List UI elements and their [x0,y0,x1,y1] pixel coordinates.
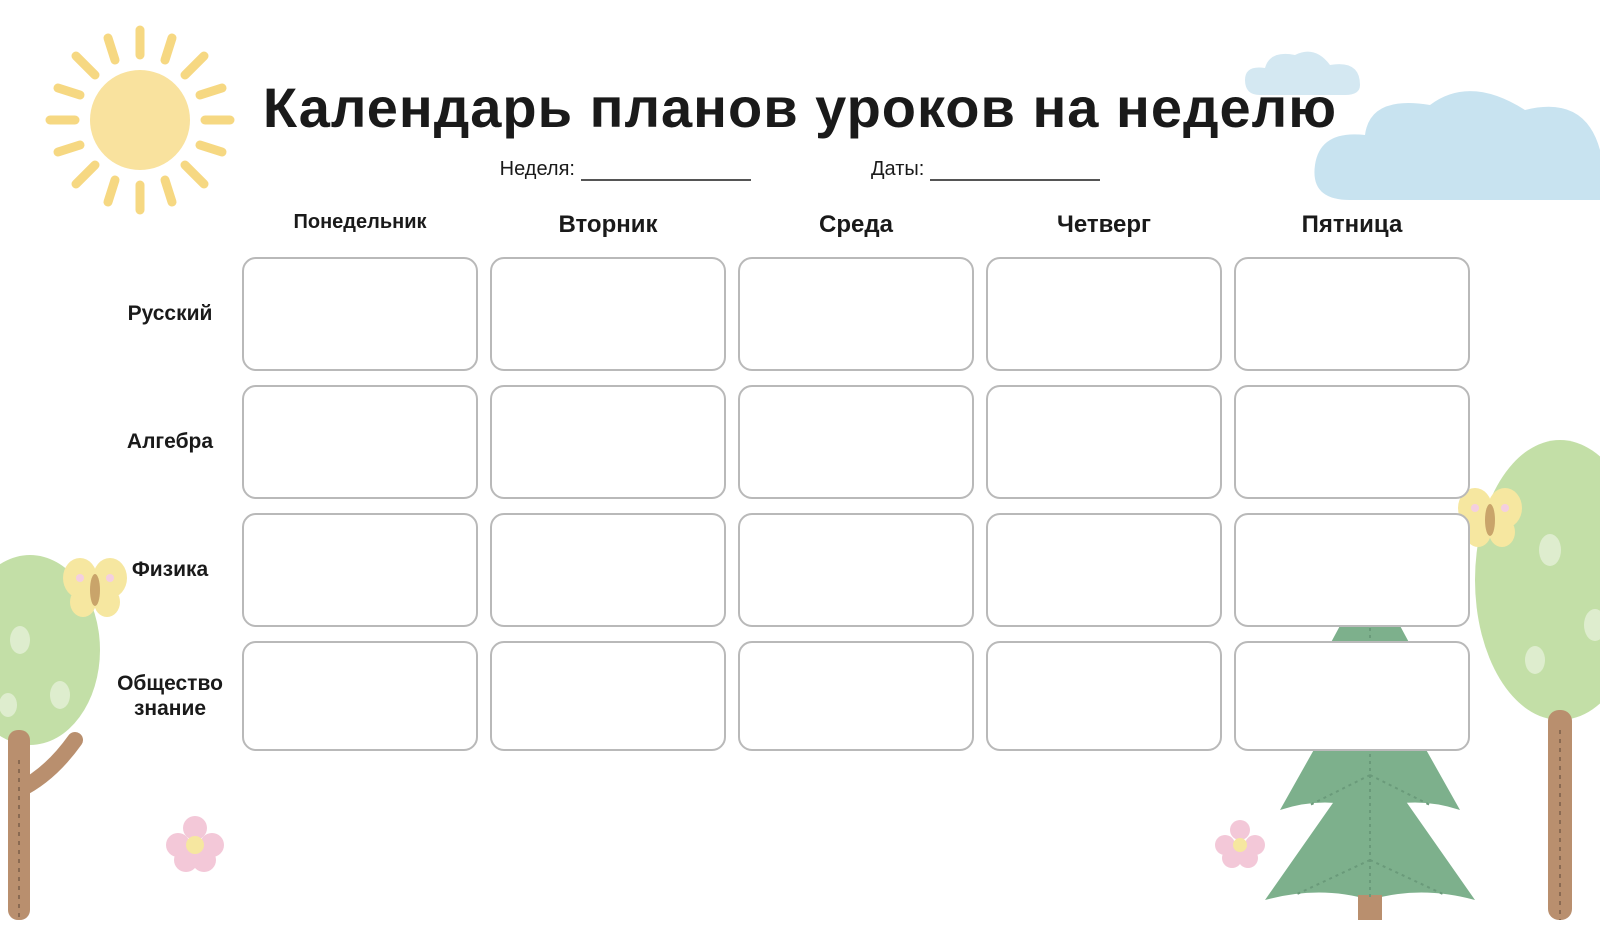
cell[interactable] [490,385,726,499]
page-title: Календарь планов уроков на неделю [0,75,1600,140]
subject-label: Физика [110,557,230,582]
week-blank[interactable] [581,161,751,181]
row-physics: Физика [110,513,1470,627]
cell[interactable] [1234,513,1470,627]
week-field[interactable]: Неделя: [500,158,751,181]
day-header-tue: Вторник [490,211,726,239]
cell[interactable] [986,257,1222,371]
cell[interactable] [490,641,726,751]
cell[interactable] [738,641,974,751]
cell[interactable] [242,513,478,627]
flower-right-icon [1210,815,1270,875]
day-header-mon: Понедельник [242,211,478,239]
cell[interactable] [738,257,974,371]
cell[interactable] [1234,641,1470,751]
cell[interactable] [490,513,726,627]
cell[interactable] [986,385,1222,499]
day-header-thu: Четверг [986,211,1222,239]
cell[interactable] [1234,385,1470,499]
cell[interactable] [242,257,478,371]
subject-label: Алгебра [110,429,230,454]
cell[interactable] [1234,257,1470,371]
subject-label: Общество знание [110,671,230,721]
row-russian: Русский [110,257,1470,371]
subject-label: Русский [110,301,230,326]
row-algebra: Алгебра [110,385,1470,499]
cell[interactable] [738,513,974,627]
schedule-grid: Понедельник Вторник Среда Четверг Пятниц… [0,211,1600,751]
week-label: Неделя: [500,158,575,181]
cell[interactable] [242,385,478,499]
day-header-fri: Пятница [1234,211,1470,239]
row-social: Общество знание [110,641,1470,751]
dates-field[interactable]: Даты: [871,158,1100,181]
cell[interactable] [242,641,478,751]
dates-blank[interactable] [930,161,1100,181]
flower-left-icon [160,810,230,880]
meta-row: Неделя: Даты: [0,158,1600,181]
day-header-wed: Среда [738,211,974,239]
cell[interactable] [986,513,1222,627]
cell[interactable] [738,385,974,499]
cell[interactable] [986,641,1222,751]
dates-label: Даты: [871,158,924,181]
cell[interactable] [490,257,726,371]
